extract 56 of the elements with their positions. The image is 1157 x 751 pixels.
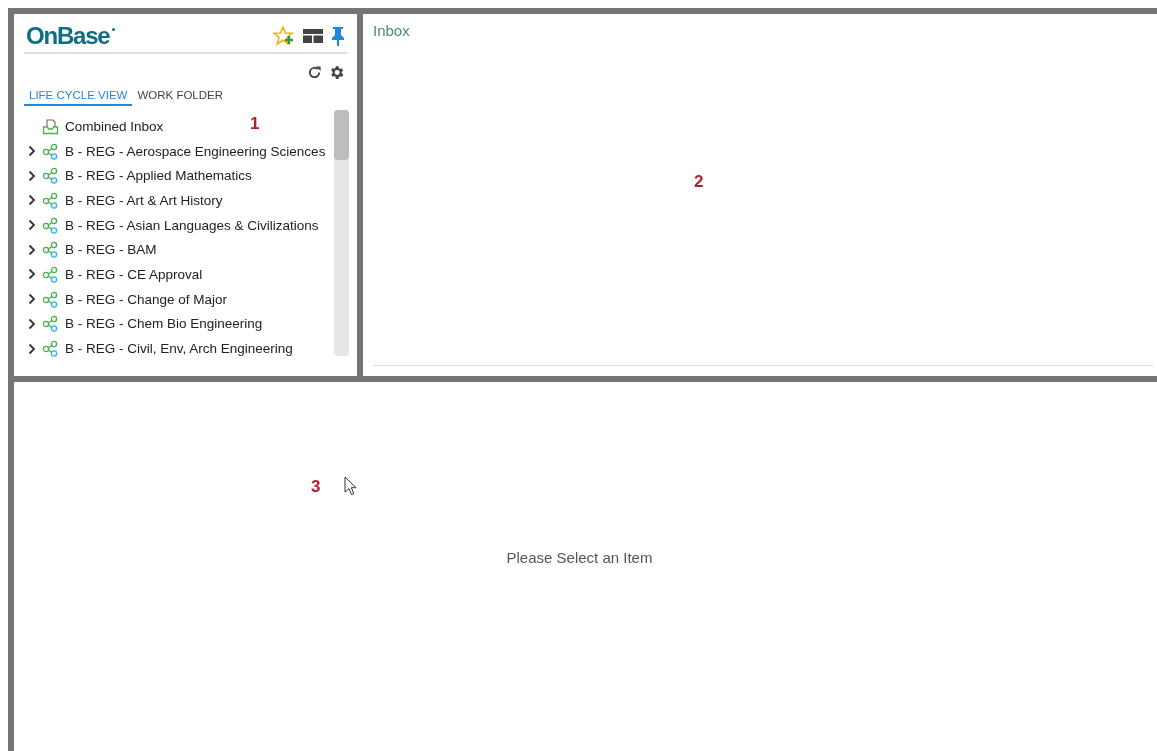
chevron-icon[interactable] bbox=[28, 219, 36, 232]
chevron-icon[interactable] bbox=[28, 317, 36, 330]
panel-title: Inbox bbox=[373, 22, 411, 39]
tree-item[interactable]: B - REG - Aerospace Engineering Sciences bbox=[24, 138, 326, 164]
tree-item-label: B - REG - Aerospace Engineering Sciences bbox=[65, 143, 326, 159]
tree-item-label: B - REG - Civil, Env, Arch Engineering bbox=[65, 341, 293, 357]
chevron-icon[interactable] bbox=[28, 194, 36, 207]
workflow-nodes-icon bbox=[42, 315, 59, 333]
pin-icon[interactable] bbox=[331, 26, 345, 46]
workflow-nodes-icon bbox=[42, 216, 59, 234]
workflow-nodes-icon bbox=[42, 265, 59, 283]
mouse-cursor-icon bbox=[344, 476, 357, 496]
workflow-nodes-icon bbox=[42, 241, 59, 259]
chevron-icon[interactable] bbox=[28, 268, 36, 281]
chevron-icon[interactable] bbox=[28, 169, 36, 182]
tree-item[interactable]: B - REG - Art & Art History bbox=[24, 188, 223, 213]
refresh-icon[interactable] bbox=[307, 65, 322, 80]
scrollbar[interactable] bbox=[334, 110, 349, 356]
inbox-tray-icon bbox=[42, 117, 59, 135]
tree-item[interactable]: B - REG - BAM bbox=[24, 237, 157, 263]
tree-item[interactable]: B - REG - CE Approval bbox=[24, 262, 203, 287]
tree-item[interactable]: B - REG - Applied Mathematics bbox=[24, 163, 252, 189]
star-plus-icon[interactable] bbox=[273, 26, 295, 46]
annotation-number: 1 bbox=[250, 114, 260, 134]
workflow-nodes-icon bbox=[42, 167, 59, 185]
tree-item-label: Combined Inbox bbox=[65, 118, 164, 134]
chevron-icon[interactable] bbox=[28, 342, 36, 355]
annotation-number: 2 bbox=[694, 172, 704, 191]
layout-icon[interactable] bbox=[303, 29, 323, 43]
tree-item-label: B - REG - Change of Major bbox=[65, 291, 228, 307]
workflow-nodes-icon bbox=[42, 290, 59, 308]
tree-item-label: B - REG - Asian Languages & Civilizations bbox=[65, 217, 319, 233]
tree-item[interactable]: Combined Inbox bbox=[24, 114, 164, 139]
settings-icon[interactable] bbox=[328, 64, 345, 81]
tree-item[interactable]: B - REG - Civil, Env, Arch Engineering bbox=[24, 336, 293, 361]
chevron-icon[interactable] bbox=[28, 293, 36, 306]
tree-item-label: B - REG - Applied Mathematics bbox=[65, 168, 252, 184]
workflow-nodes-icon bbox=[42, 142, 59, 160]
annotation-number: 3 bbox=[311, 477, 321, 497]
tree-item-label: B - REG - Art & Art History bbox=[65, 192, 223, 208]
registered-mark-icon bbox=[111, 28, 115, 31]
chevron-icon[interactable] bbox=[28, 145, 36, 158]
tab[interactable]: WORK FOLDER bbox=[132, 85, 229, 106]
scrollbar-thumb[interactable] bbox=[334, 110, 349, 160]
tree-item[interactable]: B - REG - Asian Languages & Civilizations bbox=[24, 212, 319, 238]
empty-state-message: Please Select an Item bbox=[506, 549, 653, 566]
tab[interactable]: LIFE CYCLE VIEW bbox=[24, 85, 133, 106]
workflow-nodes-icon bbox=[42, 191, 59, 209]
tree-item-label: B - REG - BAM bbox=[65, 242, 157, 258]
chevron-icon[interactable] bbox=[28, 243, 36, 256]
workflow-nodes-icon bbox=[42, 340, 59, 358]
tree-item-label: B - REG - CE Approval bbox=[65, 266, 203, 282]
tree-item-label: B - REG - Chem Bio Engineering bbox=[65, 316, 263, 332]
tree-item[interactable]: B - REG - Chem Bio Engineering bbox=[24, 311, 263, 337]
tree-item[interactable]: B - REG - Change of Major bbox=[24, 286, 228, 312]
onbase-logo: OnBase bbox=[26, 22, 110, 50]
